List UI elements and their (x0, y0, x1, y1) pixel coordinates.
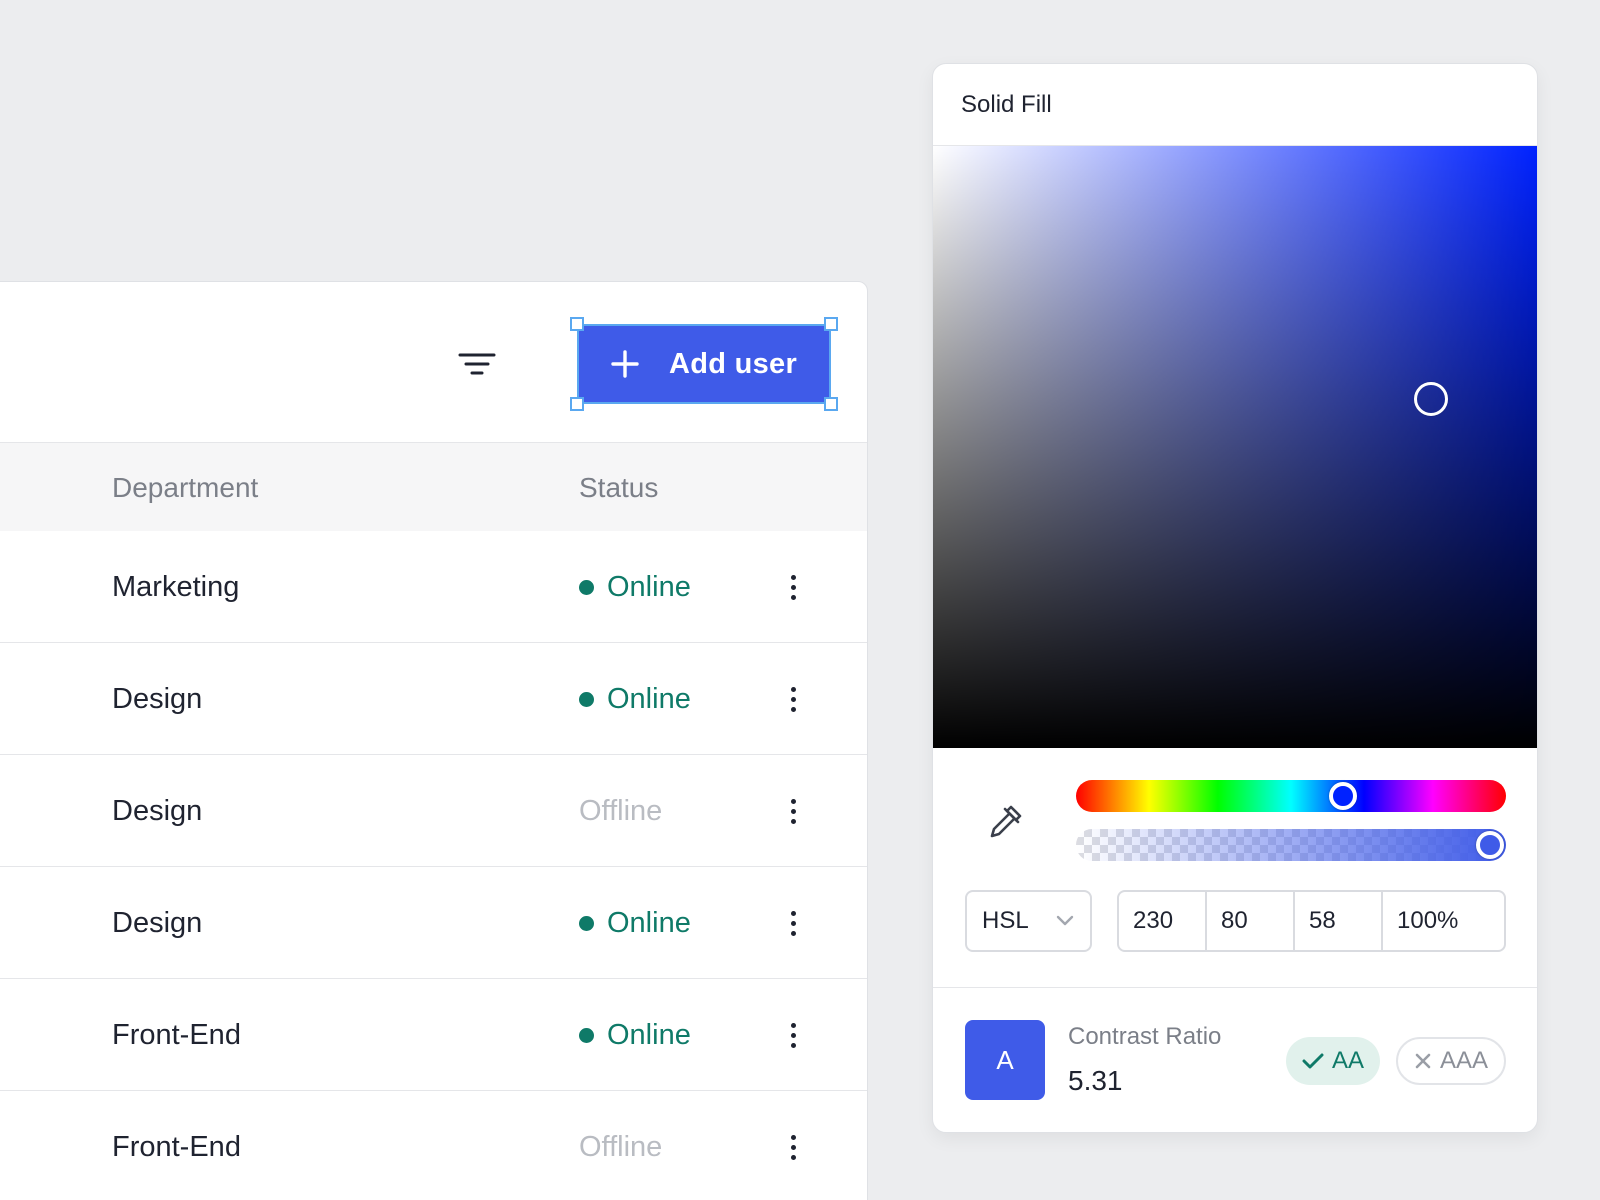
department-cell: Front-End (112, 1018, 241, 1051)
department-cell: Front-End (112, 1130, 241, 1163)
status-cell: Online (579, 867, 691, 979)
row-actions-button[interactable] (781, 903, 805, 943)
status-badge: Offline (579, 1130, 663, 1163)
selection-handle-bottom-left[interactable] (570, 397, 584, 411)
kebab-dot (790, 1154, 796, 1160)
status-online-dot (579, 1027, 594, 1043)
kebab-dot (790, 574, 796, 580)
aa-badge-label: AA (1332, 1047, 1365, 1074)
row-actions-button[interactable] (781, 1127, 805, 1167)
status-cell: Online (579, 643, 691, 755)
alpha-slider-thumb[interactable] (1476, 831, 1504, 859)
kebab-dot (790, 706, 796, 712)
table-row[interactable]: Front-End Online (0, 979, 867, 1091)
status-cell: Online (579, 531, 691, 643)
kebab-dot (790, 808, 796, 814)
kebab-dot (790, 910, 796, 916)
aaa-badge-label: AAA (1440, 1047, 1489, 1074)
alpha-slider[interactable] (1076, 829, 1506, 861)
kebab-dot (790, 1032, 796, 1038)
department-cell: Marketing (112, 570, 240, 603)
selection-handle-bottom-right[interactable] (824, 397, 838, 411)
color-picker-panel: Solid Fill HSL 230 80 58 100% A Contrast… (932, 63, 1538, 1133)
users-table-card: Add user Department Status Marketing Onli… (0, 281, 868, 1200)
aa-pass-badge: AA (1286, 1037, 1381, 1085)
table-header: Department Status (0, 442, 867, 531)
status-badge: Online (607, 682, 691, 715)
status-online-dot (579, 579, 594, 595)
status-online-dot (579, 691, 594, 707)
chevron-down-icon (1056, 915, 1074, 926)
eyedropper-button[interactable] (983, 800, 1027, 844)
row-actions-button[interactable] (781, 679, 805, 719)
kebab-dot (790, 1022, 796, 1028)
kebab-dot (790, 696, 796, 702)
table-row[interactable]: Front-End Offline (0, 1091, 867, 1200)
eyedropper-icon (990, 805, 1022, 838)
row-actions-button[interactable] (781, 791, 805, 831)
table-row[interactable]: Design Online (0, 643, 867, 755)
plus-icon (611, 350, 639, 378)
hue-slider-thumb[interactable] (1328, 782, 1357, 810)
filter-icon (458, 353, 496, 375)
department-cell: Design (112, 794, 203, 827)
table-row[interactable]: Marketing Online (0, 531, 867, 643)
contrast-ratio-label: Contrast Ratio (1068, 1023, 1222, 1050)
contrast-swatch: A (965, 1020, 1045, 1100)
saturation-brightness-area[interactable] (933, 146, 1537, 748)
add-user-button[interactable]: Add user (570, 317, 838, 411)
kebab-dot (790, 1042, 796, 1048)
color-cursor[interactable] (1414, 382, 1448, 416)
kebab-dot (790, 686, 796, 692)
hue-slider[interactable] (1076, 780, 1506, 812)
status-badge: Offline (579, 794, 663, 827)
kebab-dot (790, 1134, 796, 1140)
row-actions-button[interactable] (781, 1015, 805, 1055)
contrast-section: A Contrast Ratio 5.31 AA AAA (933, 988, 1537, 1132)
picker-title: Solid Fill (933, 64, 1537, 146)
close-icon (1415, 1053, 1431, 1069)
filter-button[interactable] (451, 342, 503, 386)
color-mode-select[interactable]: HSL (965, 890, 1092, 952)
column-header-department[interactable]: Department (112, 443, 258, 532)
add-user-label: Add user (668, 347, 798, 380)
check-icon (1302, 1053, 1324, 1069)
status-cell: Offline (579, 755, 662, 867)
lightness-field[interactable]: 58 (1295, 892, 1383, 950)
table-row[interactable]: Design Online (0, 867, 867, 979)
hue-field[interactable]: 230 (1119, 892, 1207, 950)
row-actions-button[interactable] (781, 567, 805, 607)
picker-controls: HSL 230 80 58 100% (933, 748, 1537, 988)
alpha-field[interactable]: 100% (1383, 892, 1504, 950)
status-badge: Online (607, 1018, 691, 1051)
status-cell: Offline (579, 1091, 662, 1200)
selection-handle-top-left[interactable] (570, 317, 584, 331)
kebab-dot (790, 798, 796, 804)
status-badge: Online (607, 570, 691, 603)
kebab-dot (790, 930, 796, 936)
contrast-ratio-value: 5.31 (1068, 1065, 1123, 1096)
aaa-fail-badge: AAA (1396, 1037, 1507, 1085)
table-row[interactable]: Design Offline (0, 755, 867, 867)
saturation-field[interactable]: 80 (1207, 892, 1295, 950)
kebab-dot (790, 594, 796, 600)
table-toolbar: Add user (0, 282, 867, 442)
table-body: Marketing Online Design Online Design Offline… (0, 531, 867, 1200)
selection-handle-top-right[interactable] (824, 317, 838, 331)
color-value-fields: 230 80 58 100% (1117, 890, 1506, 952)
status-online-dot (579, 915, 594, 931)
column-header-status[interactable]: Status (579, 443, 658, 532)
kebab-dot (790, 584, 796, 590)
kebab-dot (790, 1144, 796, 1150)
kebab-dot (790, 920, 796, 926)
status-badge: Online (607, 906, 691, 939)
department-cell: Design (112, 906, 203, 939)
kebab-dot (790, 818, 796, 824)
department-cell: Design (112, 682, 203, 715)
color-mode-value: HSL (982, 907, 1029, 934)
status-cell: Online (579, 979, 691, 1091)
